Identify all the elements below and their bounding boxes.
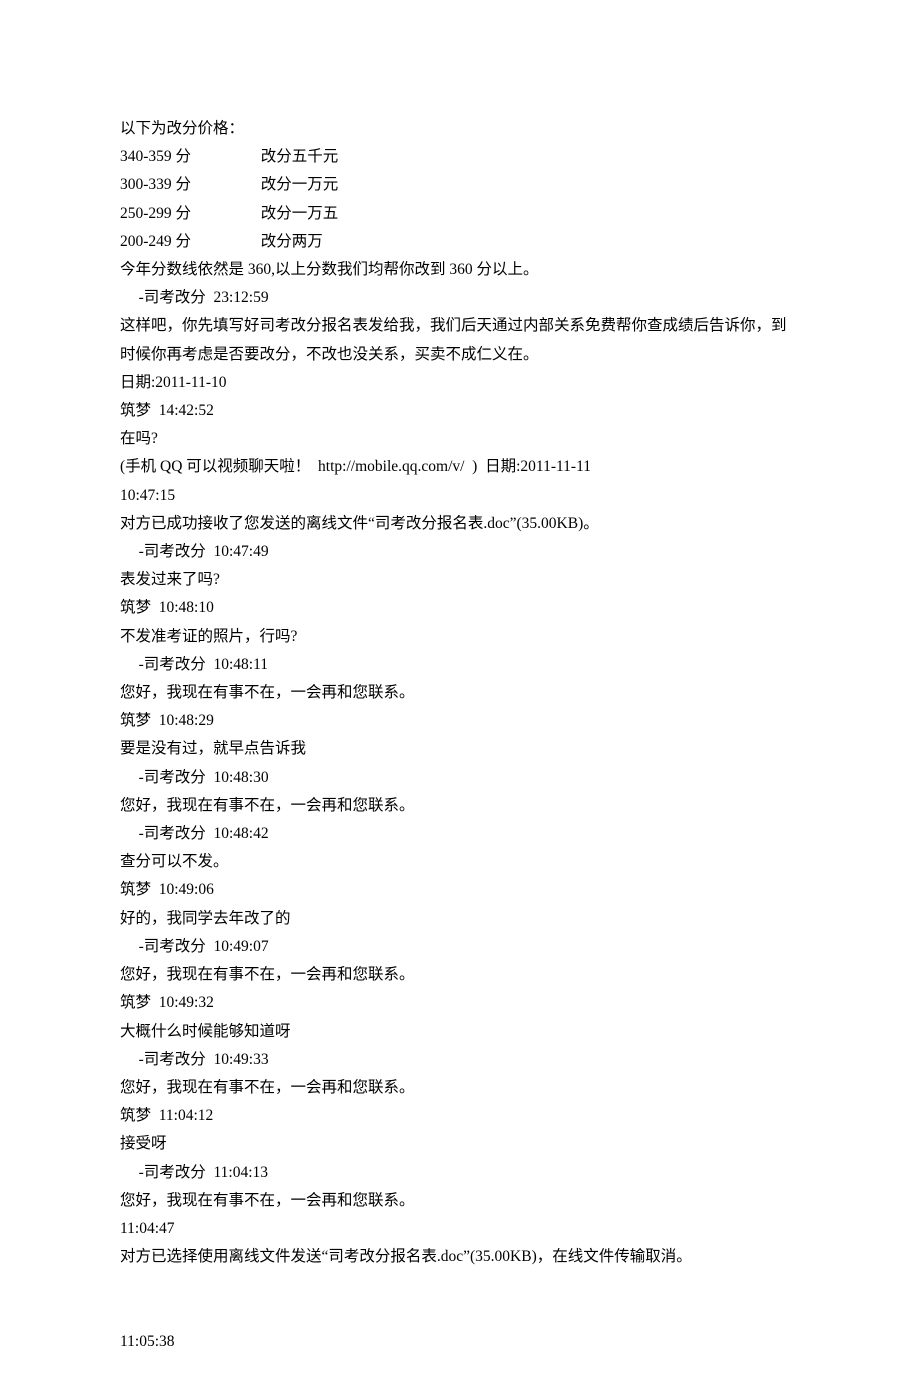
text-line: 筑梦 11:04:12 xyxy=(120,1102,800,1130)
text-line: -司考改分 23:12:59 xyxy=(120,284,800,312)
text-line: 这样吧，你先填写好司考改分报名表发给我，我们后天通过内部关系免费帮你查成绩后告诉… xyxy=(120,312,800,368)
text-line: 对方已成功接收了您发送的离线文件“司考改分报名表.doc”(35.00KB)。 xyxy=(120,510,800,538)
text-line: 您好，我现在有事不在，一会再和您联系。 xyxy=(120,1074,800,1102)
text-line: 表发过来了吗? xyxy=(120,566,800,594)
text-line: 查分可以不发。 xyxy=(120,848,800,876)
text-line: 您好，我现在有事不在，一会再和您联系。 xyxy=(120,792,800,820)
text-line: -司考改分 10:49:07 xyxy=(120,933,800,961)
text-line: 11:05:38 xyxy=(120,1328,800,1356)
text-line: 今年分数线依然是 360,以上分数我们均帮你改到 360 分以上。 xyxy=(120,256,800,284)
text-line: 筑梦 10:48:10 xyxy=(120,594,800,622)
text-line: 以下为改分价格： xyxy=(120,115,800,143)
text-line: 在吗? xyxy=(120,425,800,453)
text-line: 筑梦 10:49:06 xyxy=(120,876,800,904)
text-line: (手机 QQ 可以视频聊天啦！ http://mobile.qq.com/v/ … xyxy=(120,453,800,481)
blank-line xyxy=(120,1271,800,1299)
text-line: 340-359 分 改分五千元 xyxy=(120,143,800,171)
text-line: -司考改分 11:04:13 xyxy=(120,1159,800,1187)
text-line: 11:04:47 xyxy=(120,1215,800,1243)
blank-line xyxy=(120,1300,800,1328)
text-line: 日期:2011-11-10 xyxy=(120,369,800,397)
text-line: 您好，我现在有事不在，一会再和您联系。 xyxy=(120,1187,800,1215)
text-line: -司考改分 10:49:33 xyxy=(120,1046,800,1074)
text-line: 筑梦 10:48:29 xyxy=(120,707,800,735)
text-line: 大概什么时候能够知道呀 xyxy=(120,1018,800,1046)
text-line: 您好，我现在有事不在，一会再和您联系。 xyxy=(120,679,800,707)
text-line: 不发准考证的照片，行吗? xyxy=(120,623,800,651)
text-line: -司考改分 10:48:42 xyxy=(120,820,800,848)
text-line: 300-339 分 改分一万元 xyxy=(120,171,800,199)
text-line: 好的，我同学去年改了的 xyxy=(120,905,800,933)
text-line: -司考改分 10:47:49 xyxy=(120,538,800,566)
text-line: 对方已选择使用离线文件发送“司考改分报名表.doc”(35.00KB)，在线文件… xyxy=(120,1243,800,1271)
text-line: -司考改分 10:48:30 xyxy=(120,764,800,792)
text-line: 接受呀 xyxy=(120,1130,800,1158)
text-line: 10:47:15 xyxy=(120,482,800,510)
text-line: 250-299 分 改分一万五 xyxy=(120,200,800,228)
text-line: 筑梦 14:42:52 xyxy=(120,397,800,425)
text-line: 200-249 分 改分两万 xyxy=(120,228,800,256)
text-line: 筑梦 10:49:32 xyxy=(120,989,800,1017)
text-line: -司考改分 10:48:11 xyxy=(120,651,800,679)
text-line: 您好，我现在有事不在，一会再和您联系。 xyxy=(120,961,800,989)
text-line: 要是没有过，就早点告诉我 xyxy=(120,735,800,763)
